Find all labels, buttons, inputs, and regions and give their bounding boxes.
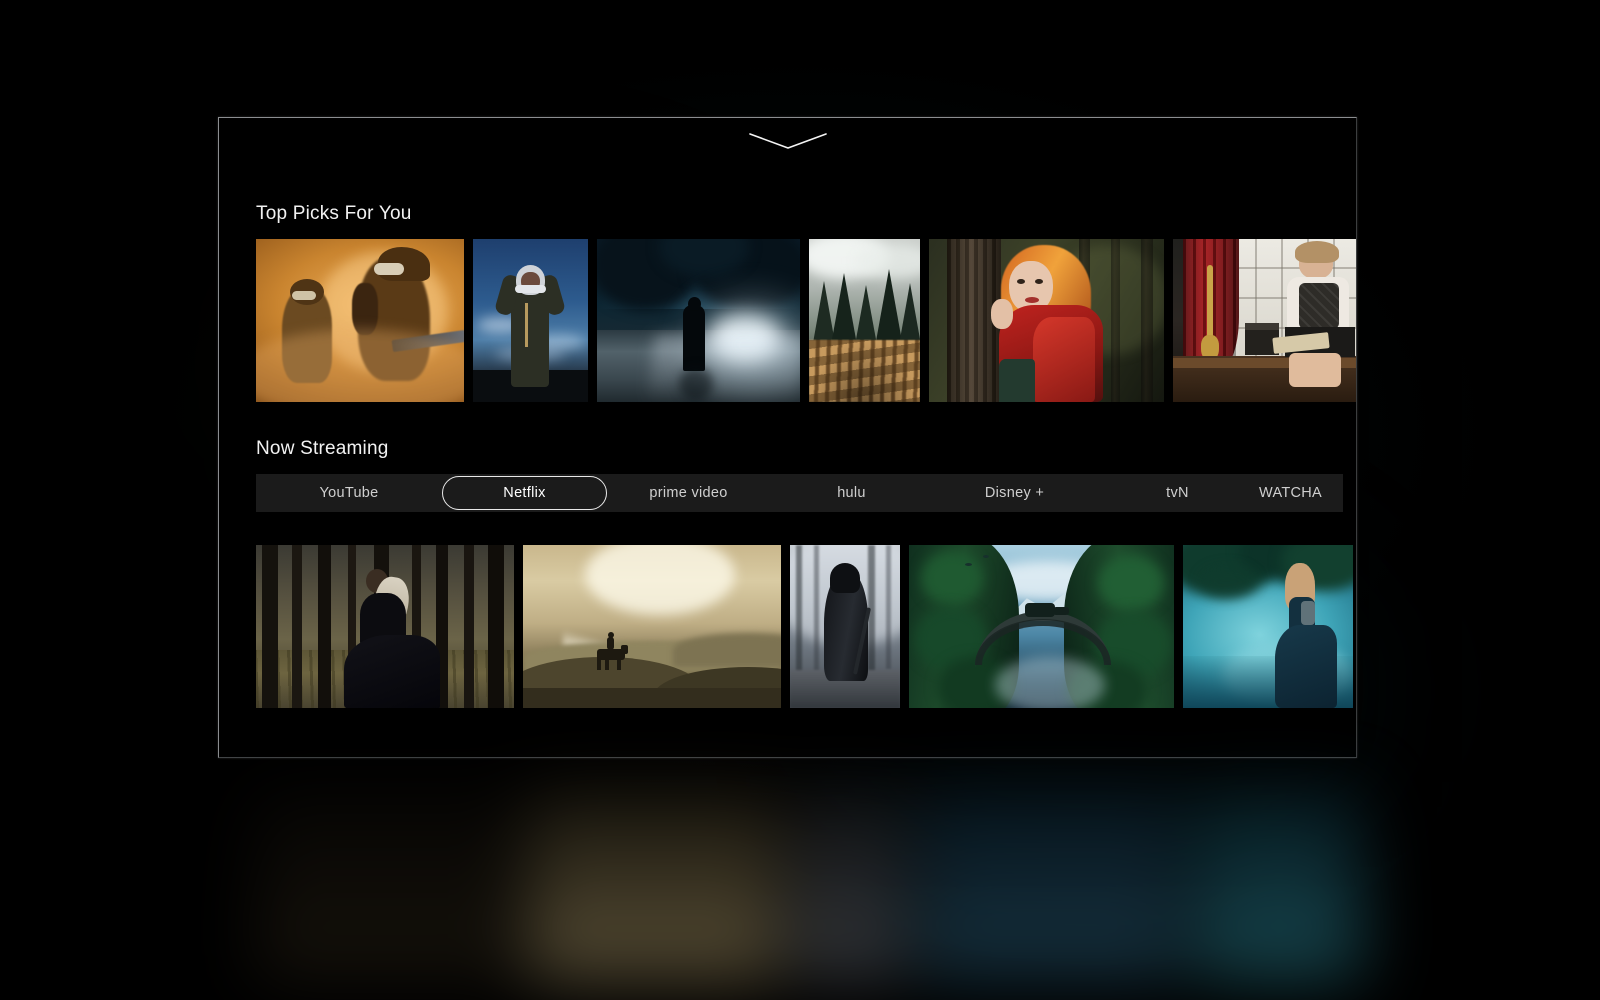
tile-astronaut-dusk[interactable] — [473, 239, 588, 402]
tab-hulu[interactable]: hulu — [770, 478, 933, 508]
tile-black-dress-burnt-forest[interactable] — [256, 545, 514, 708]
tile-art — [597, 239, 800, 402]
tile-art — [1173, 239, 1356, 402]
tile-art — [929, 239, 1164, 402]
tile-desert-warriors[interactable] — [256, 239, 464, 402]
tile-teal-mist-woman[interactable] — [1183, 545, 1353, 708]
tab-watcha[interactable]: WATCHA — [1259, 478, 1343, 508]
tile-red-riding-hood[interactable] — [929, 239, 1164, 402]
tile-art — [1183, 545, 1353, 708]
tile-night-road-headlights[interactable] — [597, 239, 800, 402]
tab-tvn[interactable]: tvN — [1096, 478, 1259, 508]
tile-art — [909, 545, 1174, 708]
tile-girl-reading-curtain[interactable] — [1173, 239, 1356, 402]
tile-art — [523, 545, 781, 708]
tile-art — [256, 239, 464, 402]
tab-netflix[interactable]: Netflix — [442, 476, 607, 510]
section-now-streaming: Now Streaming YouTube Netflix prime vide… — [256, 438, 1356, 708]
chevron-down-icon — [748, 133, 827, 149]
home-content: Top Picks For You Now Streaming YouTube … — [256, 203, 1356, 757]
section-top-picks: Top Picks For You — [256, 203, 1356, 402]
now-streaming-rail[interactable] — [256, 545, 1356, 708]
tv-set: Top Picks For You Now Streaming YouTube … — [218, 117, 1357, 758]
tile-art — [473, 239, 588, 402]
now-streaming-title: Now Streaming — [256, 438, 389, 459]
tile-art — [809, 239, 920, 402]
provider-tab-bar[interactable]: YouTube Netflix prime video hulu Disney … — [256, 474, 1343, 512]
tab-youtube[interactable]: YouTube — [256, 478, 442, 508]
tab-prime-video[interactable]: prime video — [607, 478, 770, 508]
tile-jungle-stone-bridge[interactable] — [909, 545, 1174, 708]
tile-art — [790, 545, 900, 708]
tv-screen: Top Picks For You Now Streaming YouTube … — [219, 118, 1356, 757]
tile-wooden-maze[interactable] — [809, 239, 920, 402]
tile-art — [256, 545, 514, 708]
tile-hooded-figure-sword[interactable] — [790, 545, 900, 708]
tab-disney-plus[interactable]: Disney + — [933, 478, 1096, 508]
top-picks-rail[interactable] — [256, 239, 1356, 402]
top-picks-title: Top Picks For You — [256, 203, 412, 224]
tile-horseman-golden-hills[interactable] — [523, 545, 781, 708]
expand-menu-handle[interactable] — [219, 118, 1356, 164]
